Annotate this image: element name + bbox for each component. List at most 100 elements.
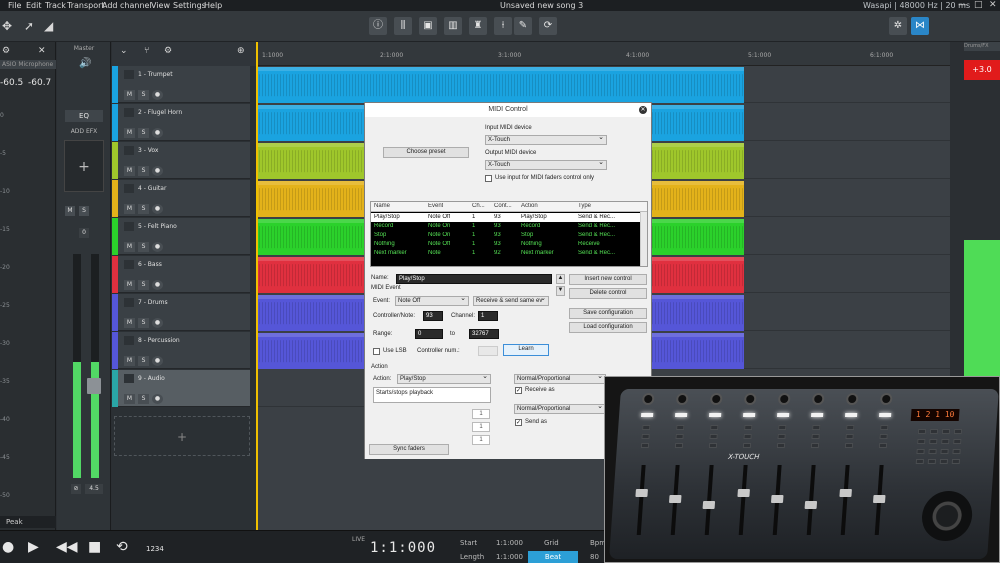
mute-button[interactable]: M [124, 204, 135, 214]
save-configuration-button[interactable]: Save configuration [569, 308, 647, 319]
level-icon[interactable]: ⍿ [494, 17, 512, 35]
dropdown-icon[interactable]: ⌄ [120, 46, 128, 56]
record-icon[interactable]: ● [2, 539, 14, 555]
automation-tool-icon[interactable]: ◢ [44, 19, 53, 33]
send-curve-select[interactable]: Normal/Proportional [514, 403, 606, 414]
menu-file[interactable]: File [8, 0, 21, 11]
info-icon[interactable]: ⓘ [369, 17, 387, 35]
grid-value[interactable]: Beat [528, 551, 578, 563]
insert-control-button[interactable]: Insert new control [569, 274, 647, 285]
stop-icon[interactable]: ■ [88, 539, 101, 555]
receive-curve-select[interactable]: Normal/Proportional [514, 373, 606, 384]
record-arm-button[interactable]: ● [152, 280, 163, 290]
record-arm-button[interactable]: ● [152, 242, 163, 252]
solo-button[interactable]: S [138, 280, 149, 290]
record-arm-button[interactable]: ● [152, 128, 163, 138]
receive-as-checkbox[interactable]: ✓ [515, 387, 522, 394]
record-arm-button[interactable]: ● [152, 204, 163, 214]
menu-transport[interactable]: Transport [67, 0, 105, 11]
eq-button[interactable]: EQ [65, 110, 103, 122]
rewind-icon[interactable]: ◀◀ [56, 539, 78, 555]
mute-button[interactable]: M [124, 90, 135, 100]
receive-mode-select[interactable]: Receive & send same ev [473, 295, 549, 306]
table-row[interactable]: Stop Note On 1 93 Stop Send & Rec... [371, 231, 641, 240]
rack-icon[interactable]: ▣ [419, 17, 437, 35]
spin-field[interactable]: 1 [472, 422, 490, 432]
loop-icon[interactable]: ⟲ [116, 539, 128, 555]
record-arm-button[interactable]: ● [152, 318, 163, 328]
add-track-icon[interactable]: ⊕ [237, 46, 245, 56]
solo-button[interactable]: S [138, 394, 149, 404]
wrench-icon[interactable]: ✎ [514, 17, 532, 35]
menu-help[interactable]: Help [204, 0, 222, 11]
record-arm-button[interactable]: ● [152, 166, 163, 176]
dialog-close-icon[interactable]: ✕ [639, 106, 647, 114]
timeline-ruler[interactable]: 1:1000 2:1:000 3:1:000 4:1:000 5:1:000 6… [256, 42, 950, 66]
bpm-value[interactable]: 80 [590, 553, 599, 561]
maximize-icon[interactable]: □ [974, 0, 983, 11]
tuner-icon[interactable]: ♜ [469, 17, 487, 35]
menu-track[interactable]: Track [45, 0, 66, 11]
faders-only-checkbox[interactable] [485, 175, 492, 182]
length-value[interactable]: 1:1:000 [496, 553, 523, 561]
event-select[interactable]: Note Off [395, 295, 469, 306]
table-row[interactable]: Next marker Note 1 92 Next marker Send & Rec.… [371, 249, 641, 258]
scroll-up-icon[interactable]: ▲ [556, 274, 565, 284]
mute-button[interactable]: M [124, 280, 135, 290]
solo-button[interactable]: S [79, 206, 89, 216]
audio-clip[interactable] [256, 67, 744, 103]
track-header[interactable]: 7 - Drums M S ● [112, 294, 250, 331]
menu-view[interactable]: View [151, 0, 170, 11]
learn-button[interactable]: Learn [503, 344, 549, 356]
solo-button[interactable]: S [138, 166, 149, 176]
use-lsb-checkbox[interactable] [373, 348, 380, 355]
record-arm-button[interactable]: ● [152, 90, 163, 100]
play-icon[interactable]: ▶ [28, 539, 39, 555]
start-value[interactable]: 1:1:000 [496, 539, 523, 547]
mute-button[interactable]: M [65, 206, 75, 216]
close-icon[interactable]: ✕ [38, 46, 46, 56]
solo-button[interactable]: S [138, 204, 149, 214]
menu-settings[interactable]: Settings [173, 0, 206, 11]
pointer-tool-icon[interactable]: ➚ [24, 19, 34, 33]
track-header[interactable]: 5 - Felt Piano M S ● [112, 218, 250, 255]
add-fx-button[interactable]: + [64, 140, 104, 192]
record-arm-button[interactable]: ● [152, 394, 163, 404]
mixer-icon[interactable]: ⫼ [394, 17, 412, 35]
add-track-area[interactable]: + [114, 416, 250, 456]
solo-button[interactable]: S [138, 128, 149, 138]
mute-button[interactable]: M [124, 318, 135, 328]
channel-field[interactable]: 1 [478, 311, 498, 321]
gear-icon[interactable]: ⚙ [164, 46, 172, 56]
spin-field[interactable]: 1 [472, 409, 490, 419]
link-icon[interactable]: ⋈ [911, 17, 929, 35]
load-configuration-button[interactable]: Load configuration [569, 322, 647, 333]
solo-button[interactable]: S [138, 90, 149, 100]
track-header[interactable]: 9 - Audio M S ● [112, 370, 250, 407]
link-icon[interactable]: ⊘ [71, 484, 81, 494]
action-select[interactable]: Play/Stop [397, 373, 491, 384]
table-scrollbar[interactable] [640, 212, 647, 266]
sync-faders-button[interactable]: Sync faders [369, 444, 449, 455]
mute-button[interactable]: M [124, 356, 135, 366]
settings-icon[interactable]: ⚙ [2, 46, 10, 56]
scroll-down-icon[interactable]: ▼ [556, 286, 565, 296]
track-header[interactable]: 1 - Trumpet M S ● [112, 66, 250, 103]
mute-button[interactable]: M [124, 128, 135, 138]
track-header[interactable]: 4 - Guitar M S ● [112, 180, 250, 217]
master-fader-handle[interactable] [87, 378, 101, 394]
routing-icon[interactable]: ✲ [889, 17, 907, 35]
minimize-icon[interactable]: — [958, 0, 967, 11]
output-device-select[interactable]: X-Touch [485, 159, 607, 170]
spin-field[interactable]: 1 [472, 435, 490, 445]
track-header[interactable]: 2 - Flugel Horn M S ● [112, 104, 250, 141]
menu-edit[interactable]: Edit [26, 0, 42, 11]
solo-button[interactable]: S [138, 318, 149, 328]
counter[interactable]: 1234 [146, 545, 164, 553]
move-tool-icon[interactable]: ✥ [2, 19, 12, 33]
table-row[interactable]: Record Note On 1 93 Record Send & Rec... [371, 222, 641, 231]
track-header[interactable]: 3 - Vox M S ● [112, 142, 250, 179]
solo-button[interactable]: S [138, 242, 149, 252]
input-device-select[interactable]: X-Touch [485, 134, 607, 145]
route-icon[interactable]: ⑂ [144, 46, 149, 56]
